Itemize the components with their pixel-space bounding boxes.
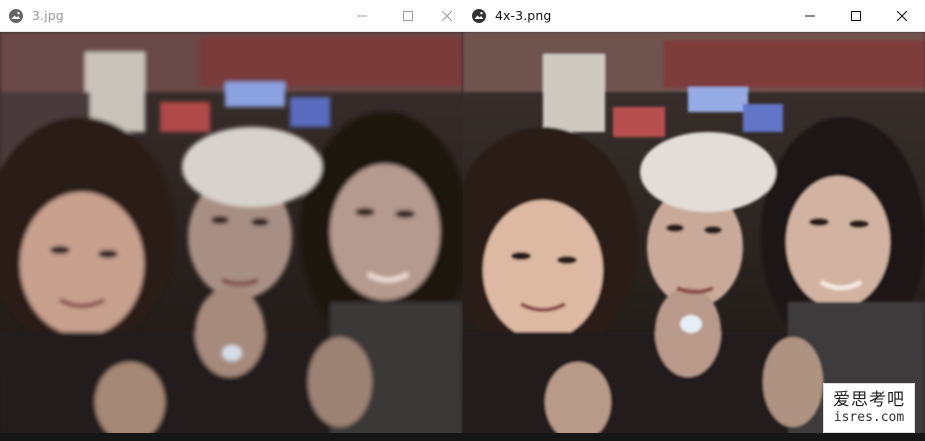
minimize-button[interactable]	[339, 0, 385, 32]
maximize-button[interactable]	[833, 0, 879, 32]
close-button[interactable]	[431, 0, 463, 32]
title-bar[interactable]: 3.jpg	[0, 0, 463, 32]
photos-app-icon	[8, 8, 24, 24]
taskbar-edge	[0, 433, 925, 441]
window-title: 4x-3.png	[495, 8, 552, 23]
title-bar[interactable]: 4x-3.png	[463, 0, 925, 32]
image-canvas[interactable]	[0, 32, 463, 441]
photo-original	[0, 32, 463, 441]
close-button[interactable]	[879, 0, 925, 32]
photo-upscaled	[463, 32, 925, 441]
window-controls	[787, 0, 925, 32]
minimize-button[interactable]	[787, 0, 833, 32]
image-canvas[interactable]: 爱思考吧 isres.com	[463, 32, 925, 441]
watermark-domain: isres.com	[833, 410, 905, 425]
watermark: 爱思考吧 isres.com	[823, 383, 915, 433]
image-viewer-window-upscaled[interactable]: 4x-3.png 爱思考吧 isres.com	[463, 0, 925, 441]
window-controls	[339, 0, 463, 32]
maximize-icon	[851, 10, 861, 21]
maximize-button[interactable]	[385, 0, 431, 32]
minimize-icon	[805, 15, 815, 16]
window-title: 3.jpg	[32, 8, 64, 23]
minimize-icon	[357, 15, 367, 16]
maximize-icon	[403, 10, 413, 21]
close-icon	[897, 10, 907, 21]
image-viewer-window-original[interactable]: 3.jpg	[0, 0, 463, 441]
close-icon	[442, 10, 452, 21]
photos-app-icon	[471, 8, 487, 24]
watermark-chinese: 爱思考吧	[833, 390, 905, 410]
desktop: 3.jpg 4x-3.png 爱思考吧 isres.com	[0, 0, 925, 441]
